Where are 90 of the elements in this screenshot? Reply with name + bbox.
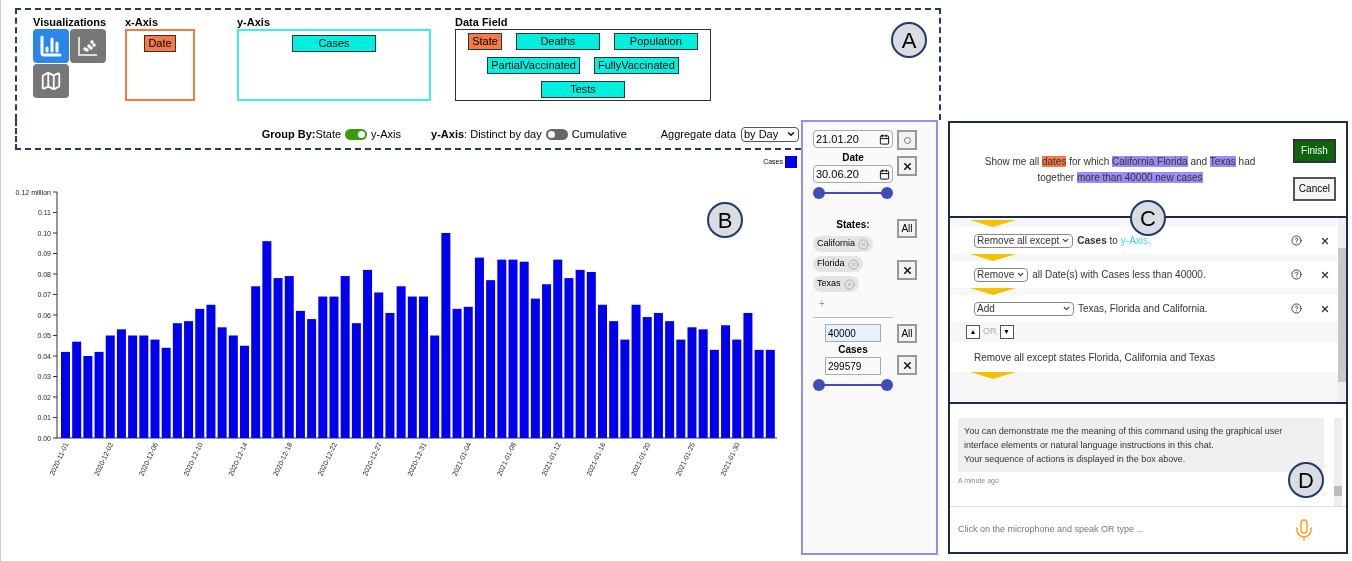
filter-label: Cases: [838, 343, 868, 357]
visualization-button[interactable]: [33, 29, 69, 63]
selected-tag[interactable]: Florida: [813, 256, 863, 272]
section-title: x-Axis: [125, 15, 160, 29]
filter-label: States:: [836, 218, 870, 232]
action-select[interactable]: Remove: [974, 267, 1029, 282]
group-by-label: Group By:State: [261, 126, 342, 142]
field-chip[interactable]: Deaths: [515, 33, 600, 50]
help-icon[interactable]: [1291, 235, 1302, 246]
date-field[interactable]: 30.06.20: [813, 165, 893, 183]
chevron-icon: [970, 220, 1016, 227]
caret-icon: [786, 129, 796, 139]
finish-button[interactable]: Finish: [1292, 138, 1336, 163]
chevron-icon: [970, 372, 1016, 379]
min-value-field[interactable]: 40000: [825, 324, 881, 342]
slider-handle[interactable]: [881, 187, 893, 199]
close-icon[interactable]: [1320, 235, 1330, 246]
section-title: Visualizations: [33, 15, 108, 29]
selected-tag[interactable]: Texas: [813, 276, 859, 292]
range-slider[interactable]: [813, 379, 893, 391]
toggle-label: y-Axis: [371, 126, 402, 142]
chevron-icon: [970, 288, 1016, 295]
section-title: Data Field: [455, 15, 509, 29]
section-title: y-Axis: [237, 15, 272, 29]
field-chip[interactable]: FullyVaccinated: [593, 57, 679, 74]
date-field[interactable]: 21.01.20: [813, 130, 893, 148]
range-slider[interactable]: [813, 187, 893, 199]
chevron-icon: [970, 254, 1016, 261]
field-chip[interactable]: State: [468, 33, 502, 50]
scrollbar[interactable]: [1334, 418, 1342, 506]
section-badge: C: [1130, 200, 1166, 236]
selected-tag[interactable]: California: [813, 236, 874, 252]
select-all-button[interactable]: All: [897, 219, 917, 238]
map-icon: [40, 70, 62, 92]
reset-button[interactable]: [897, 130, 917, 150]
help-icon[interactable]: [1291, 303, 1302, 314]
visualization-button[interactable]: [70, 29, 106, 63]
field-chip[interactable]: Population: [613, 33, 698, 50]
field-chip[interactable]: Cases: [292, 35, 376, 52]
drop-zone[interactable]: State Deaths Population PartialVaccinated FullyVaccinated Tests: [455, 29, 711, 101]
clear-button[interactable]: [897, 355, 917, 375]
field-chip[interactable]: Date: [144, 35, 176, 52]
caret-icon: [1016, 270, 1026, 279]
close-icon: [901, 359, 913, 371]
scatter-plot-icon: [76, 34, 100, 58]
drop-zone[interactable]: Cases: [237, 29, 431, 101]
step-text: Texas, Florida and California.: [1078, 302, 1208, 316]
scrollbar[interactable]: [1338, 218, 1346, 402]
close-icon: [901, 160, 913, 172]
close-icon[interactable]: [1320, 303, 1330, 314]
caret-icon: [1061, 236, 1071, 245]
toggle-switch[interactable]: [545, 128, 568, 140]
slider-handle[interactable]: [813, 379, 825, 391]
cancel-button[interactable]: Cancel: [1292, 176, 1336, 201]
query-text: Show me all dates for which California Florida and Texas had together more than 40000 new cases: [983, 154, 1257, 185]
max-value-field[interactable]: 299579: [825, 357, 881, 375]
aggregate-label: Aggregate data: [660, 126, 736, 142]
close-icon: [901, 264, 913, 276]
section-badge: D: [1288, 462, 1324, 498]
y-axis-mode-label: y-Axis: Distinct by day: [431, 126, 542, 142]
calendar-icon: [879, 133, 890, 145]
or-label: OR: [983, 325, 997, 339]
action-select[interactable]: Remove all except: [974, 233, 1074, 248]
visualization-button[interactable]: [33, 64, 69, 98]
select-all-button[interactable]: All: [897, 324, 917, 343]
message-text: You can demonstrate me the meaning of this command using the graphical user interface elements or natural language instructions in this chat.: [964, 425, 1284, 452]
suggestion-row[interactable]: Remove all except states Florida, California and Texas: [950, 342, 1338, 372]
close-icon[interactable]: [1320, 269, 1330, 280]
caret-icon: [1062, 304, 1071, 313]
slider-handle[interactable]: [813, 187, 825, 199]
field-chip[interactable]: Tests: [541, 81, 625, 98]
section-badge: B: [707, 202, 743, 238]
action-select[interactable]: Add: [974, 301, 1074, 316]
slider-handle[interactable]: [881, 379, 893, 391]
message-text: Your sequence of actions is displayed in the box above.: [964, 453, 1187, 466]
field-chip[interactable]: PartialVaccinated: [487, 57, 580, 74]
bar-chart-icon: [39, 34, 63, 58]
calendar-icon: [879, 168, 890, 180]
step-text: all Date(s) with Cases less than 40000.: [1032, 268, 1206, 282]
step-text: Cases to: [1077, 234, 1118, 248]
drop-zone[interactable]: Date: [125, 29, 195, 101]
section-badge: A: [891, 22, 927, 58]
toggle-label: Cumulative: [571, 126, 627, 142]
toggle-switch[interactable]: [345, 128, 368, 140]
help-icon[interactable]: [1291, 269, 1302, 280]
filter-label: Date: [842, 151, 864, 165]
clear-button[interactable]: [897, 156, 917, 176]
chat-input[interactable]: Click on the microphone and speak OR type ...: [958, 522, 1292, 537]
clear-button[interactable]: [897, 260, 917, 280]
aggregate-select[interactable]: by Day: [741, 126, 799, 142]
